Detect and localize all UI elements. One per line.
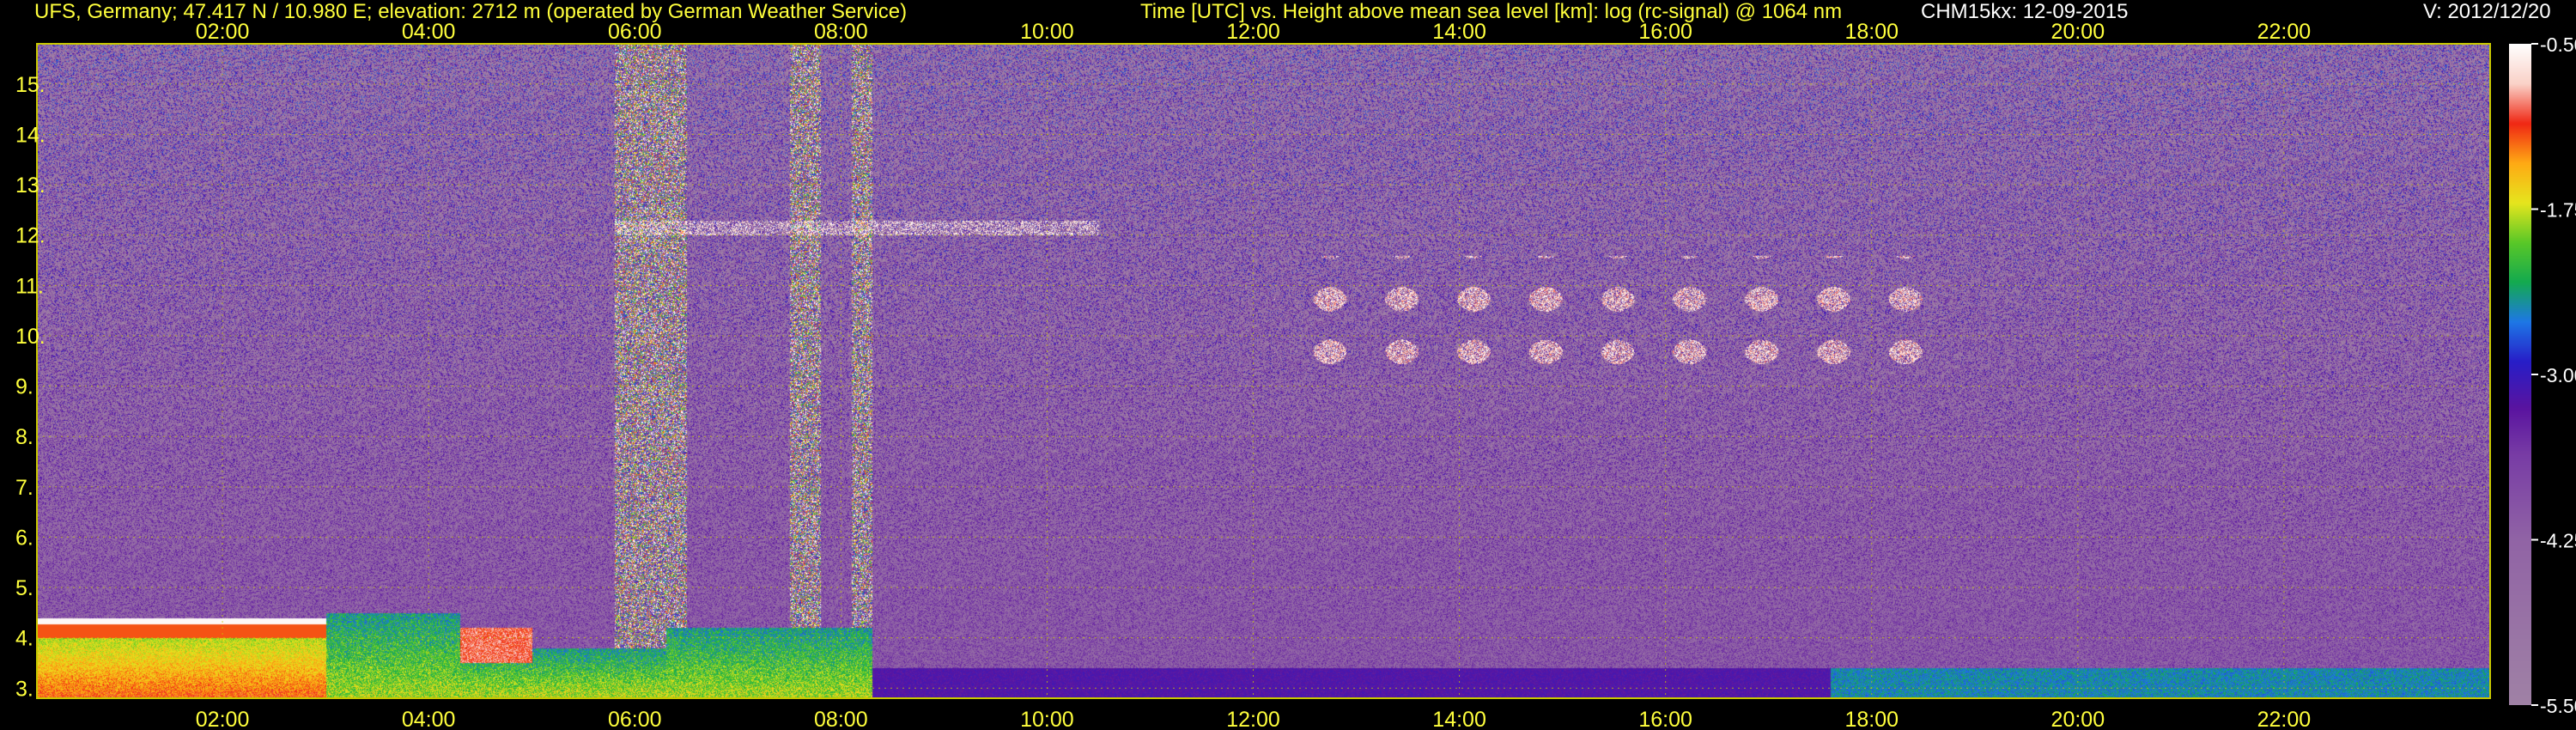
colorbar-ticks: -0.50 -1.75 -3.00 -4.25 -5.50 — [2531, 33, 2576, 717]
colorbar-tick-label: -5.50 — [2540, 695, 2576, 717]
y-tick-label: 4. — [15, 627, 33, 651]
y-tick-label: 8. — [15, 425, 33, 449]
x-tick-label: 08:00 — [814, 708, 868, 730]
colorbar-tick-label: -1.75 — [2540, 199, 2576, 222]
x-tick-label: 04:00 — [402, 708, 456, 730]
y-tick-label: 9. — [15, 375, 33, 399]
x-tick-label: 04:00 — [402, 20, 456, 44]
x-ticks-bottom: 02:00 04:00 06:00 08:00 10:00 12:00 14:00 16:00… — [196, 708, 2311, 730]
colorbar-tick-label: -3.00 — [2540, 364, 2576, 386]
y-tick-label: 10. — [15, 325, 46, 349]
colorbar-tick-label: -0.50 — [2540, 33, 2576, 56]
x-tick-label: 20:00 — [2051, 20, 2105, 44]
x-tick-label: 22:00 — [2257, 708, 2312, 730]
x-tick-label: 06:00 — [608, 20, 662, 44]
x-tick-label: 20:00 — [2051, 708, 2105, 730]
x-tick-label: 10:00 — [1020, 708, 1074, 730]
y-tick-label: 7. — [15, 476, 33, 500]
x-tick-label: 02:00 — [196, 708, 250, 730]
x-tick-label: 18:00 — [1844, 20, 1899, 44]
y-tick-label: 15. — [15, 73, 46, 97]
x-tick-label: 08:00 — [814, 20, 868, 44]
colorbar-tick-label: -4.25 — [2540, 530, 2576, 552]
x-tick-label: 18:00 — [1844, 708, 1899, 730]
chart-frame: 02:00 04:00 06:00 08:00 10:00 12:00 14:00 16:00… — [15, 20, 2576, 730]
x-tick-label: 14:00 — [1432, 20, 1486, 44]
x-tick-label: 22:00 — [2257, 20, 2312, 44]
y-tick-label: 11. — [15, 274, 44, 298]
x-tick-label: 02:00 — [196, 20, 250, 44]
y-tick-label: 3. — [15, 677, 33, 701]
x-tick-label: 16:00 — [1638, 708, 1692, 730]
y-tick-label: 13. — [15, 173, 46, 198]
x-tick-label: 14:00 — [1432, 708, 1486, 730]
x-tick-label: 12:00 — [1226, 708, 1280, 730]
x-tick-label: 06:00 — [608, 708, 662, 730]
x-ticks-top: 02:00 04:00 06:00 08:00 10:00 12:00 14:00 16:00… — [196, 20, 2311, 44]
x-tick-label: 16:00 — [1638, 20, 1692, 44]
y-ticks: 3. 4. 5. 6. 7. 8. 9. 10. 11. 12. 13. 14. 15. — [15, 73, 46, 701]
grid — [37, 44, 2490, 698]
y-tick-label: 6. — [15, 526, 33, 550]
y-tick-label: 14. — [15, 124, 46, 148]
x-tick-label: 12:00 — [1226, 20, 1280, 44]
x-tick-label: 10:00 — [1020, 20, 1074, 44]
plot-border — [36, 43, 2491, 699]
y-tick-label: 12. — [15, 224, 46, 248]
y-tick-label: 5. — [15, 576, 33, 600]
